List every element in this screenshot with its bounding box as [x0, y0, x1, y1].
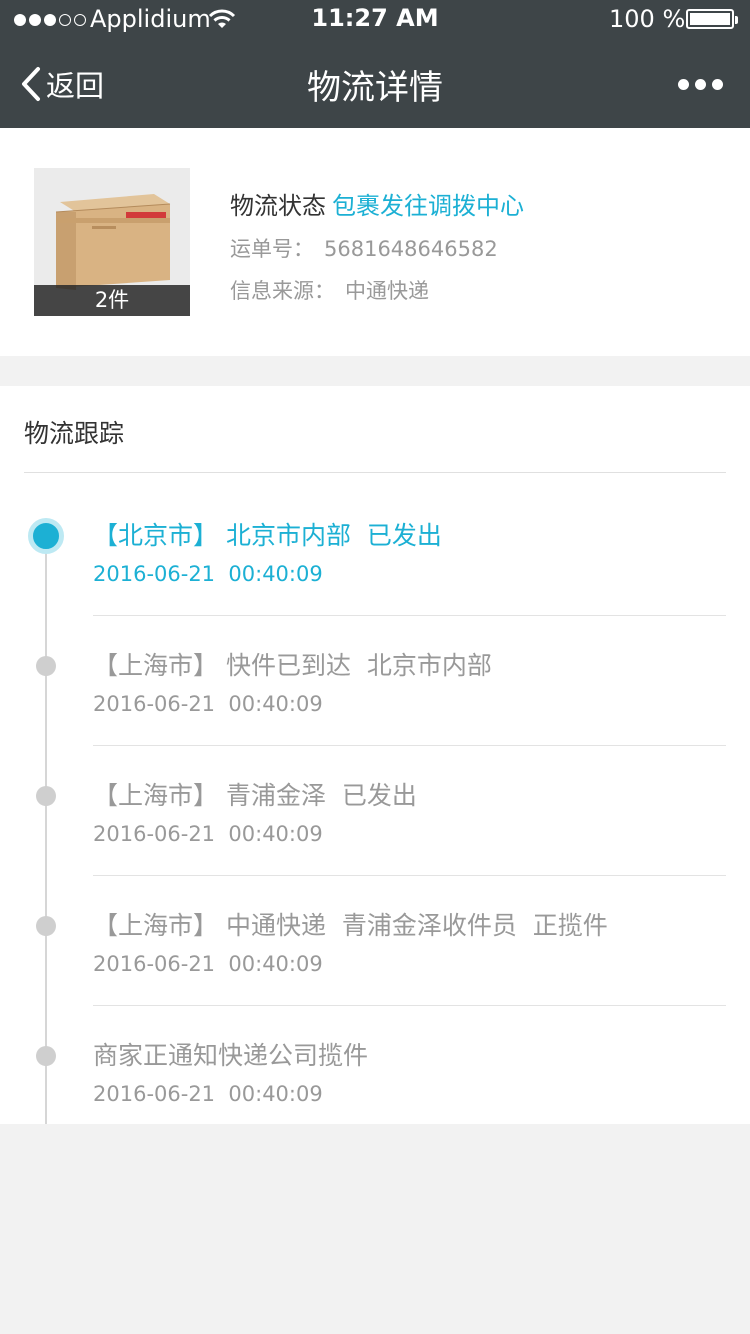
quantity-label: 2件 — [34, 285, 190, 316]
timeline-event: 【上海市】 青浦金泽 已发出 2016-06-21 00:40:09 — [0, 746, 750, 876]
event-time: 2016-06-21 00:40:09 — [93, 952, 323, 976]
back-label: 返回 — [46, 69, 105, 103]
timeline-node-icon — [36, 916, 56, 936]
event-description: 【上海市】 快件已到达 北京市内部 — [93, 651, 492, 680]
event-description: 【北京市】 北京市内部 已发出 — [93, 521, 442, 550]
status-bar: Applidium 11:27 AM 100 % — [0, 0, 750, 40]
divider — [24, 472, 726, 473]
status-label: 物流状态 — [230, 192, 326, 220]
info-source-row: 信息来源： 中通快递 — [230, 275, 524, 305]
event-description: 商家正通知快递公司揽件 — [93, 1041, 369, 1070]
event-time: 2016-06-21 00:40:09 — [93, 822, 323, 846]
tracking-section: 物流跟踪 【北京市】 北京市内部 已发出 2016-06-21 00:40:09… — [0, 386, 750, 1124]
nav-header: Applidium 11:27 AM 100 % 返回 物流详情 — [0, 0, 750, 128]
info-source-label: 信息来源： — [230, 279, 335, 303]
page-title: 物流详情 — [307, 68, 443, 108]
package-info-card: 2件 物流状态 包裹发往调拨中心 运单号： 5681648646582 信息来源： 中… — [0, 128, 750, 356]
event-description: 【上海市】 中通快递 青浦金泽收件员 正揽件 — [93, 911, 608, 940]
more-button[interactable] — [670, 64, 730, 104]
back-button[interactable]: 返回 — [20, 62, 104, 106]
package-thumbnail[interactable]: 2件 — [34, 168, 190, 316]
more-icon — [677, 78, 689, 90]
event-time: 2016-06-21 00:40:09 — [93, 562, 323, 586]
battery-percent: 100 % — [609, 5, 686, 33]
tracking-number-label: 运单号： — [230, 237, 314, 261]
timeline-node-icon — [36, 786, 56, 806]
current-node-icon — [28, 518, 64, 554]
tracking-title: 物流跟踪 — [24, 419, 125, 448]
logistics-status: 物流状态 包裹发往调拨中心 — [230, 186, 524, 221]
timeline-event: 【上海市】 中通快递 青浦金泽收件员 正揽件 2016-06-21 00:40:… — [0, 876, 750, 1006]
tracking-number: 5681648646582 — [324, 237, 498, 261]
timeline-event: 商家正通知快递公司揽件 2016-06-21 00:40:09 — [0, 1006, 750, 1136]
timeline-node-icon — [36, 1046, 56, 1066]
event-time: 2016-06-21 00:40:09 — [93, 692, 323, 716]
package-details: 物流状态 包裹发往调拨中心 运单号： 5681648646582 信息来源： 中通快递 — [230, 186, 524, 305]
timeline-event: 【上海市】 快件已到达 北京市内部 2016-06-21 00:40:09 — [0, 616, 750, 746]
timeline-node-icon — [36, 656, 56, 676]
event-description: 【上海市】 青浦金泽 已发出 — [93, 781, 417, 810]
status-value: 包裹发往调拨中心 — [332, 192, 524, 220]
timeline-event: 【北京市】 北京市内部 已发出 2016-06-21 00:40:09 — [0, 486, 750, 616]
event-time: 2016-06-21 00:40:09 — [93, 1082, 323, 1106]
battery-icon — [686, 9, 738, 29]
chevron-left-icon — [22, 67, 40, 101]
info-source-value: 中通快递 — [345, 279, 429, 303]
tracking-number-row: 运单号： 5681648646582 — [230, 233, 524, 263]
